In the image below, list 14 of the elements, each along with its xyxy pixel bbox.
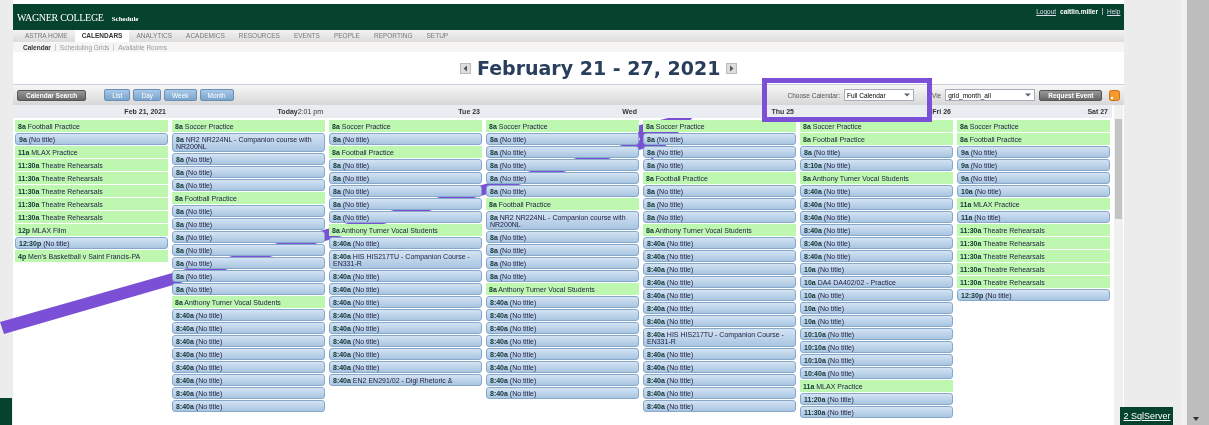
- next-week-button[interactable]: [726, 62, 738, 74]
- right-arrow-icon: [728, 64, 736, 72]
- left-arrow-icon: [461, 64, 469, 72]
- previous-week-button[interactable]: [459, 62, 471, 74]
- sqlserver-link[interactable]: 2 SqlServer: [1120, 407, 1174, 425]
- week-title: February 21 - 27, 2021: [476, 57, 721, 79]
- scroll-down-icon: [1192, 416, 1201, 422]
- dropdown-caret-icon: [902, 92, 911, 98]
- dropdown-caret-icon: [1024, 92, 1033, 98]
- footer-strip: [0, 398, 12, 425]
- feed-icon[interactable]: [1109, 89, 1121, 101]
- calendar-scrollbar[interactable]: [1114, 105, 1123, 425]
- page-scrollbar[interactable]: [1181, 0, 1209, 425]
- college-logo: WAGNER COLLEGE: [17, 11, 104, 23]
